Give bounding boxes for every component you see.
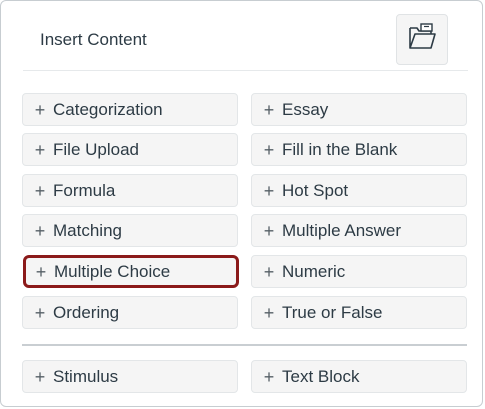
plus-icon: + <box>263 180 275 201</box>
button-label: Fill in the Blank <box>282 139 398 159</box>
panel-header: Insert Content <box>23 14 468 71</box>
plus-icon: + <box>263 366 275 387</box>
plus-icon: + <box>263 302 275 323</box>
button-label: Essay <box>282 99 329 119</box>
section-divider <box>22 344 467 346</box>
true-or-false-button[interactable]: + True or False <box>251 296 467 329</box>
open-folder-button[interactable] <box>396 14 448 65</box>
plus-icon: + <box>34 220 46 241</box>
button-label: Multiple Answer <box>282 220 402 240</box>
plus-icon: + <box>34 139 46 160</box>
formula-button[interactable]: + Formula <box>22 174 238 207</box>
plus-icon: + <box>34 180 46 201</box>
fill-in-the-blank-button[interactable]: + Fill in the Blank <box>251 133 467 166</box>
plus-icon: + <box>34 99 46 120</box>
button-label: Text Block <box>282 366 360 386</box>
button-label: Stimulus <box>53 366 119 386</box>
insert-content-panel: Insert Content + Categorization + Essay … <box>0 0 483 407</box>
plus-icon: + <box>35 261 47 282</box>
button-label: Multiple Choice <box>54 261 171 281</box>
plus-icon: + <box>263 220 275 241</box>
button-label: Categorization <box>53 99 163 119</box>
plus-icon: + <box>263 261 275 282</box>
matching-button[interactable]: + Matching <box>22 214 238 247</box>
stimulus-button[interactable]: + Stimulus <box>22 360 238 393</box>
hot-spot-button[interactable]: + Hot Spot <box>251 174 467 207</box>
button-label: True or False <box>282 302 383 322</box>
folder-open-icon <box>407 23 437 56</box>
button-label: Hot Spot <box>282 180 349 200</box>
numeric-button[interactable]: + Numeric <box>251 255 467 288</box>
button-label: Formula <box>53 180 116 200</box>
file-upload-button[interactable]: + File Upload <box>22 133 238 166</box>
categorization-button[interactable]: + Categorization <box>22 93 238 126</box>
plus-icon: + <box>263 139 275 160</box>
text-block-button[interactable]: + Text Block <box>251 360 467 393</box>
plus-icon: + <box>34 366 46 387</box>
button-label: Numeric <box>282 261 346 281</box>
ordering-button[interactable]: + Ordering <box>22 296 238 329</box>
button-label: File Upload <box>53 139 139 159</box>
multiple-answer-button[interactable]: + Multiple Answer <box>251 214 467 247</box>
plus-icon: + <box>263 99 275 120</box>
essay-button[interactable]: + Essay <box>251 93 467 126</box>
button-label: Ordering <box>53 302 120 322</box>
panel-title: Insert Content <box>40 30 147 49</box>
multiple-choice-button[interactable]: + Multiple Choice <box>23 255 239 288</box>
plus-icon: + <box>34 302 46 323</box>
button-label: Matching <box>53 220 122 240</box>
